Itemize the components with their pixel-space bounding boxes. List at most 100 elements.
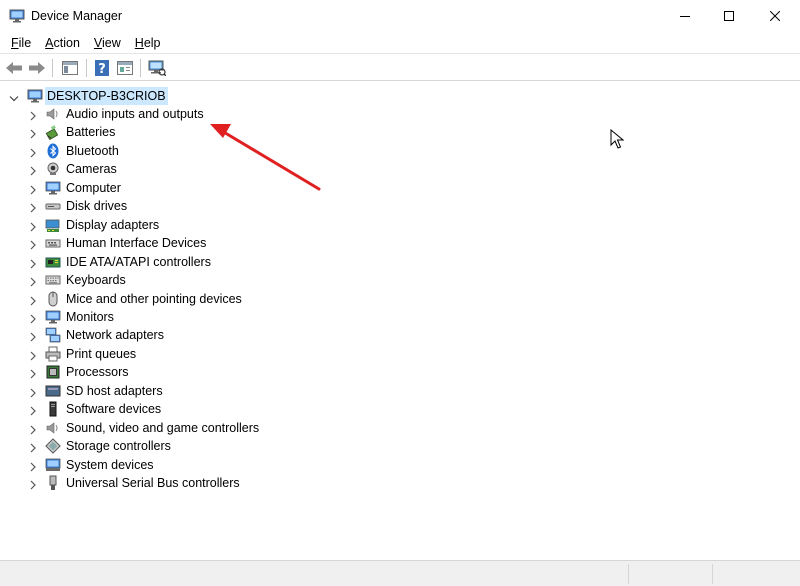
- forward-icon: [29, 62, 45, 74]
- chevron-right-icon[interactable]: [29, 258, 37, 272]
- chevron-right-icon[interactable]: [29, 424, 37, 438]
- chevron-right-icon[interactable]: [29, 276, 37, 290]
- tree-category-label[interactable]: Universal Serial Bus controllers: [66, 474, 240, 492]
- tree-root-node[interactable]: DESKTOP-B3CRIOB: [0, 87, 400, 105]
- back-button[interactable]: [4, 58, 24, 78]
- chevron-right-icon[interactable]: [29, 461, 37, 475]
- chevron-right-icon[interactable]: [29, 313, 37, 327]
- tree-category-label[interactable]: Storage controllers: [66, 437, 171, 455]
- close-icon: [770, 11, 780, 21]
- chevron-right-icon[interactable]: [29, 442, 37, 456]
- tree-category-label[interactable]: Human Interface Devices: [66, 234, 206, 252]
- software-device-icon: [45, 401, 61, 417]
- scan-hardware-button[interactable]: [147, 58, 167, 78]
- toolbar-separator: [52, 59, 53, 77]
- tree-category-label[interactable]: System devices: [66, 456, 154, 474]
- chevron-right-icon[interactable]: [29, 221, 37, 235]
- tree-category-item[interactable]: SD host adapters: [0, 382, 400, 400]
- svg-text:?: ?: [98, 62, 106, 76]
- tree-category-label[interactable]: Sound, video and game controllers: [66, 419, 259, 437]
- chevron-down-icon[interactable]: [9, 92, 19, 106]
- maximize-icon: [724, 11, 734, 21]
- tree-category-label[interactable]: Display adapters: [66, 216, 159, 234]
- toolbar-separator: [86, 59, 87, 77]
- tree-category-label[interactable]: Processors: [66, 363, 129, 381]
- tree-category-label[interactable]: Monitors: [66, 308, 114, 326]
- back-icon: [6, 62, 22, 74]
- chevron-right-icon[interactable]: [29, 110, 37, 124]
- chevron-right-icon[interactable]: [29, 405, 37, 419]
- chevron-right-icon[interactable]: [29, 387, 37, 401]
- help-button[interactable]: ?: [92, 58, 112, 78]
- tree-category-label[interactable]: Audio inputs and outputs: [66, 105, 204, 123]
- close-button[interactable]: [752, 0, 798, 32]
- tree-category-item[interactable]: Sound, video and game controllers: [0, 419, 400, 437]
- tree-category-item[interactable]: Processors: [0, 363, 400, 381]
- tree-category-label[interactable]: Mice and other pointing devices: [66, 290, 242, 308]
- tree-category-item[interactable]: System devices: [0, 456, 400, 474]
- tree-category-label[interactable]: Keyboards: [66, 271, 126, 289]
- minimize-button[interactable]: [662, 0, 708, 32]
- title-bar[interactable]: Device Manager: [0, 0, 800, 32]
- tree-category-item[interactable]: Storage controllers: [0, 437, 400, 455]
- tree-category-label[interactable]: Print queues: [66, 345, 136, 363]
- tree-category-item[interactable]: Universal Serial Bus controllers: [0, 474, 400, 492]
- tree-category-label[interactable]: Computer: [66, 179, 121, 197]
- speaker-icon: [45, 420, 61, 436]
- tree-category-label[interactable]: IDE ATA/ATAPI controllers: [66, 253, 211, 271]
- tree-category-label[interactable]: Software devices: [66, 400, 161, 418]
- tree-category-label[interactable]: Disk drives: [66, 197, 127, 215]
- chevron-right-icon[interactable]: [29, 184, 37, 198]
- chevron-right-icon[interactable]: [29, 165, 37, 179]
- chevron-right-icon[interactable]: [29, 202, 37, 216]
- chevron-right-icon[interactable]: [29, 331, 37, 345]
- chevron-right-icon[interactable]: [29, 295, 37, 309]
- tree-category-item[interactable]: Computer: [0, 179, 400, 197]
- device-manager-app-icon: [9, 9, 25, 23]
- tree-category-item[interactable]: Keyboards: [0, 271, 400, 289]
- chevron-right-icon[interactable]: [29, 128, 37, 142]
- menu-help[interactable]: Help: [128, 32, 168, 54]
- forward-button[interactable]: [27, 58, 47, 78]
- properties-icon: [117, 61, 133, 75]
- show-hide-console-tree-button[interactable]: [60, 58, 80, 78]
- menu-file[interactable]: File: [4, 32, 38, 54]
- help-icon: ?: [95, 60, 109, 76]
- tree-category-item[interactable]: Mice and other pointing devices: [0, 290, 400, 308]
- tree-category-item[interactable]: Display adapters: [0, 216, 400, 234]
- chevron-right-icon[interactable]: [29, 479, 37, 493]
- tree-category-item[interactable]: Monitors: [0, 308, 400, 326]
- properties-button[interactable]: [115, 58, 135, 78]
- tree-category-item[interactable]: IDE ATA/ATAPI controllers: [0, 253, 400, 271]
- tree-category-item[interactable]: Cameras: [0, 160, 400, 178]
- tree-category-label[interactable]: Bluetooth: [66, 142, 119, 160]
- tree-category-item[interactable]: Software devices: [0, 400, 400, 418]
- tree-category-label[interactable]: Network adapters: [66, 326, 164, 344]
- tree-category-item[interactable]: Network adapters: [0, 326, 400, 344]
- network-adapter-icon: [45, 327, 61, 343]
- chevron-right-icon[interactable]: [29, 368, 37, 382]
- tree-category-label[interactable]: SD host adapters: [66, 382, 163, 400]
- tree-category-item[interactable]: Batteries: [0, 123, 400, 141]
- device-tree[interactable]: DESKTOP-B3CRIOB Audio inputs and outputs…: [0, 82, 800, 560]
- tree-category-label[interactable]: Batteries: [66, 123, 115, 141]
- tree-category-label[interactable]: Cameras: [66, 160, 117, 178]
- system-device-icon: [45, 457, 61, 473]
- menu-action[interactable]: Action: [38, 32, 87, 54]
- tree-category-item[interactable]: Audio inputs and outputs: [0, 105, 400, 123]
- tree-root-label[interactable]: DESKTOP-B3CRIOB: [45, 87, 168, 105]
- chevron-right-icon[interactable]: [29, 350, 37, 364]
- show-hide-console-tree-icon: [62, 61, 78, 75]
- chevron-right-icon[interactable]: [29, 147, 37, 161]
- maximize-button[interactable]: [706, 0, 752, 32]
- sd-card-icon: [45, 383, 61, 399]
- chevron-right-icon[interactable]: [29, 239, 37, 253]
- usb-icon: [45, 475, 61, 491]
- menu-view[interactable]: View: [87, 32, 128, 54]
- tree-category-item[interactable]: Bluetooth: [0, 142, 400, 160]
- display-adapter-icon: [45, 217, 61, 233]
- hid-icon: [45, 235, 61, 251]
- tree-category-item[interactable]: Human Interface Devices: [0, 234, 400, 252]
- tree-category-item[interactable]: Print queues: [0, 345, 400, 363]
- tree-category-item[interactable]: Disk drives: [0, 197, 400, 215]
